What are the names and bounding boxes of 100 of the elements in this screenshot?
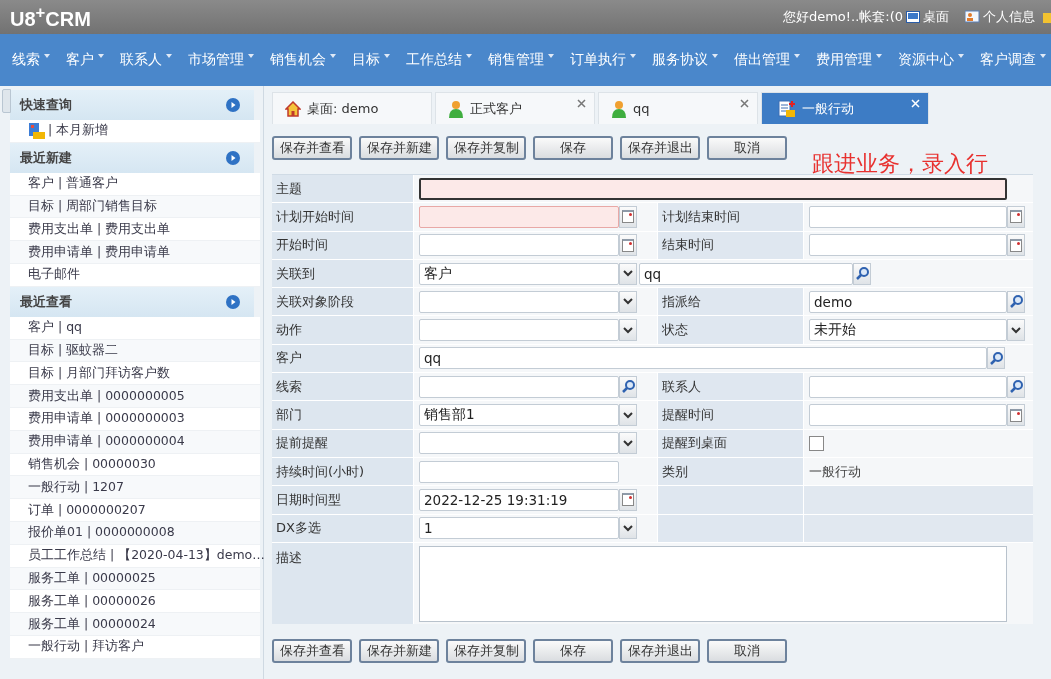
- dropdown-field[interactable]: [419, 290, 619, 313]
- nav-menu-item[interactable]: 订单执行: [562, 51, 644, 69]
- sidebar-item[interactable]: 费用支出单 | 0000000005: [10, 385, 260, 408]
- search-button[interactable]: [619, 375, 637, 398]
- search-field[interactable]: demo: [809, 290, 1007, 313]
- date-field[interactable]: [809, 205, 1007, 228]
- desktop-link[interactable]: 桌面: [923, 8, 949, 26]
- toolbar-button[interactable]: 取消: [707, 638, 787, 663]
- calendar-button[interactable]: [619, 234, 637, 257]
- toolbar-button[interactable]: 保存并查看: [272, 136, 352, 160]
- collapse-handle[interactable]: [2, 89, 11, 113]
- date-field[interactable]: [809, 234, 1007, 257]
- nav-menu-item[interactable]: 客户调查: [972, 51, 1051, 69]
- field-label: 主题: [272, 175, 413, 203]
- sidebar-item[interactable]: 目标 | 周部门销售目标: [10, 195, 260, 219]
- nav-menu-item[interactable]: 客户: [58, 51, 112, 69]
- nav-menu-item[interactable]: 联系人: [112, 51, 180, 69]
- nav-menu-item[interactable]: 借出管理: [726, 51, 808, 69]
- checkbox[interactable]: [809, 435, 824, 451]
- sidebar-item[interactable]: 客户 | 普通客户: [10, 172, 260, 196]
- sidebar-item[interactable]: 目标 | 月部门拜访客户数: [10, 362, 260, 386]
- caret-icon: [166, 54, 172, 58]
- search-field[interactable]: qq: [419, 347, 987, 370]
- sidebar-item[interactable]: 费用支出单 | 费用支出单: [10, 218, 260, 242]
- calendar-icon: [622, 210, 634, 224]
- dropdown-field[interactable]: 1: [419, 517, 619, 540]
- dropdown-field[interactable]: [419, 319, 619, 342]
- calendar-button[interactable]: [1007, 404, 1025, 426]
- sidebar-item[interactable]: 费用申请单 | 0000000003: [10, 407, 260, 431]
- toolbar-button[interactable]: 保存并复制: [446, 638, 526, 663]
- toolbar-button[interactable]: 保存并查看: [272, 638, 352, 663]
- sidebar-item[interactable]: 电子邮件: [10, 264, 260, 287]
- date-field[interactable]: [809, 404, 1007, 426]
- nav-menu-item[interactable]: 市场管理: [180, 51, 262, 69]
- dropdown-field[interactable]: 销售部1: [419, 404, 619, 426]
- sidebar-item[interactable]: 一般行动 | 拜访客户: [10, 635, 260, 659]
- search-button[interactable]: [1007, 290, 1025, 313]
- search-field[interactable]: [419, 375, 619, 398]
- dropdown-field[interactable]: 未开始: [809, 319, 1007, 342]
- search-button[interactable]: [1007, 375, 1025, 398]
- calendar-button[interactable]: [619, 205, 637, 228]
- sidebar-item[interactable]: 费用申请单 | 费用申请单: [10, 241, 260, 264]
- search-field[interactable]: [809, 375, 1007, 398]
- search-button[interactable]: [853, 262, 871, 285]
- nav-menu-item[interactable]: 线索: [4, 51, 58, 69]
- profile-link[interactable]: 个人信息: [983, 8, 1035, 26]
- toolbar-button[interactable]: 取消: [707, 136, 787, 160]
- nav-menu-item[interactable]: 费用管理: [808, 51, 890, 69]
- toolbar-button[interactable]: 保存并退出: [620, 136, 700, 160]
- calendar-button[interactable]: [619, 488, 637, 511]
- sidebar-item[interactable]: 费用申请单 | 0000000004: [10, 430, 260, 454]
- sidebar-item[interactable]: 服务工单 | 00000024: [10, 613, 260, 636]
- search-icon: [1009, 380, 1023, 394]
- search-field[interactable]: qq: [639, 262, 853, 285]
- calendar-button[interactable]: [1007, 234, 1025, 257]
- sidebar-item[interactable]: 一般行动 | 1207: [10, 476, 260, 500]
- tab[interactable]: qq: [598, 92, 758, 124]
- search-button[interactable]: [987, 347, 1005, 370]
- toolbar-button[interactable]: 保存并新建: [359, 638, 439, 663]
- chevron-down-icon: [623, 524, 633, 532]
- folder-icon[interactable]: [1043, 10, 1051, 24]
- toolbar-button[interactable]: 保存: [533, 136, 613, 160]
- dropdown-button[interactable]: [1007, 319, 1025, 342]
- dropdown-button[interactable]: [619, 517, 637, 540]
- tab[interactable]: 正式客户: [435, 92, 595, 124]
- tab[interactable]: 一般行动: [761, 92, 929, 124]
- dropdown-button[interactable]: [619, 290, 637, 313]
- toolbar-button[interactable]: 保存: [533, 638, 613, 663]
- sidebar-item[interactable]: 目标 | 驱蚊器二: [10, 339, 260, 363]
- dropdown-field[interactable]: 客户: [419, 262, 619, 285]
- nav-menu-item[interactable]: 工作总结: [398, 51, 480, 69]
- close-icon[interactable]: [577, 99, 586, 108]
- date-field[interactable]: [419, 205, 619, 228]
- tab[interactable]: 桌面: demo: [272, 92, 432, 124]
- sidebar-item[interactable]: 服务工单 | 00000026: [10, 590, 260, 614]
- nav-menu-item[interactable]: 资源中心: [890, 51, 972, 69]
- calendar-button[interactable]: [1007, 205, 1025, 228]
- nav-menu-item[interactable]: 销售机会: [262, 51, 344, 69]
- dropdown-button[interactable]: [619, 404, 637, 426]
- dropdown-button[interactable]: [619, 432, 637, 455]
- dropdown-field[interactable]: [419, 432, 619, 455]
- nav-menu-item[interactable]: 销售管理: [480, 51, 562, 69]
- caret-icon: [44, 54, 50, 58]
- dropdown-button[interactable]: [619, 319, 637, 342]
- nav-menu-item[interactable]: 目标: [344, 51, 398, 69]
- nav-menu-item[interactable]: 服务协议: [644, 51, 726, 69]
- sidebar-item[interactable]: 服务工单 | 00000025: [10, 567, 260, 591]
- dropdown-button[interactable]: [619, 262, 637, 285]
- sidebar-item[interactable]: 客户 | qq: [10, 316, 260, 340]
- sidebar-item[interactable]: 报价单01 | 0000000008: [10, 521, 260, 545]
- text-field[interactable]: [419, 177, 1007, 200]
- date-field[interactable]: [419, 234, 619, 257]
- date-field[interactable]: 2022-12-25 19:31:19: [419, 488, 619, 511]
- sidebar-item[interactable]: | 本月新增: [10, 120, 260, 143]
- close-icon[interactable]: [740, 99, 749, 108]
- sidebar-item[interactable]: 销售机会 | 00000030: [10, 453, 260, 477]
- toolbar-button[interactable]: 保存并新建: [359, 136, 439, 160]
- toolbar-button[interactable]: 保存并退出: [620, 638, 700, 663]
- toolbar-button[interactable]: 保存并复制: [446, 136, 526, 160]
- sidebar-item[interactable]: 订单 | 0000000207: [10, 499, 260, 522]
